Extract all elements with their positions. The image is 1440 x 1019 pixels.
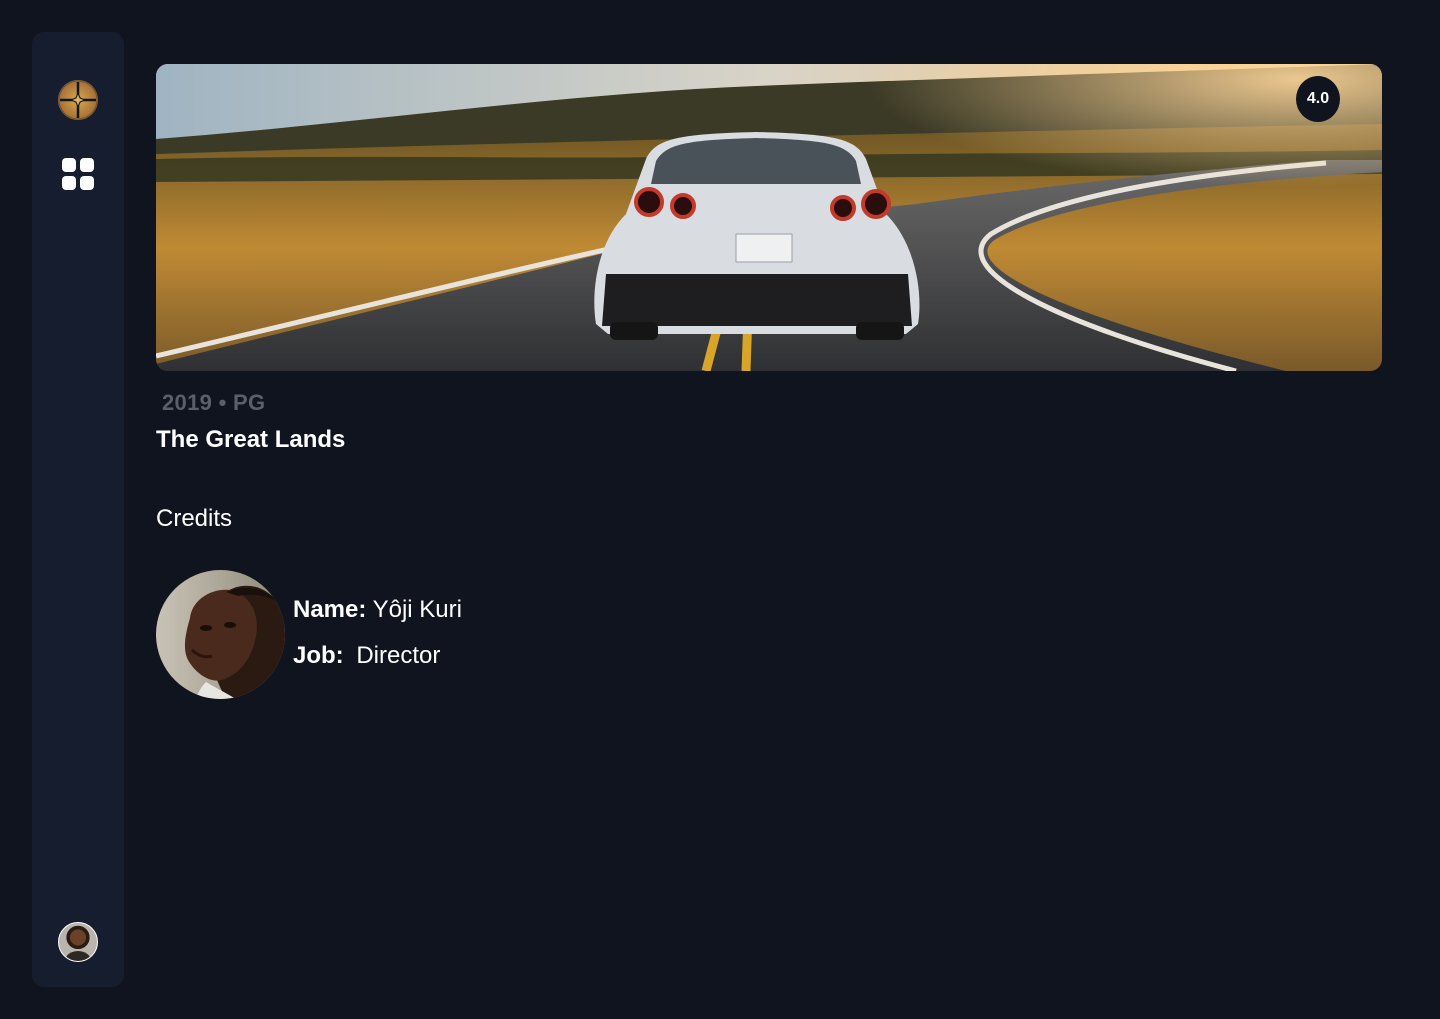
grid-icon[interactable] <box>62 158 94 190</box>
movie-year: 2019 <box>162 390 213 415</box>
rating-badge: 4.0 <box>1296 76 1340 122</box>
compass-star-icon[interactable] <box>58 80 98 120</box>
credit-job-value: Director <box>356 642 441 669</box>
credit-name-label: Name: <box>293 596 367 623</box>
meta-separator: • <box>218 390 227 415</box>
credit-name: Name: Yôji Kuri <box>293 596 462 624</box>
movie-title: The Great Lands <box>156 426 346 453</box>
movie-rating-label: PG <box>233 390 266 415</box>
credit-job-label: Job: <box>293 642 344 669</box>
hero-image: 4.0 <box>156 64 1382 371</box>
credit-job: Job: Director <box>293 642 440 670</box>
car-road-illustration <box>156 64 1382 371</box>
credit-name-value: Yôji Kuri <box>372 596 462 623</box>
avatar[interactable] <box>58 922 98 962</box>
credit-avatar <box>156 570 285 699</box>
sidebar <box>32 32 124 987</box>
credits-heading: Credits <box>156 505 233 532</box>
movie-meta: 2019 • PG <box>162 390 265 416</box>
